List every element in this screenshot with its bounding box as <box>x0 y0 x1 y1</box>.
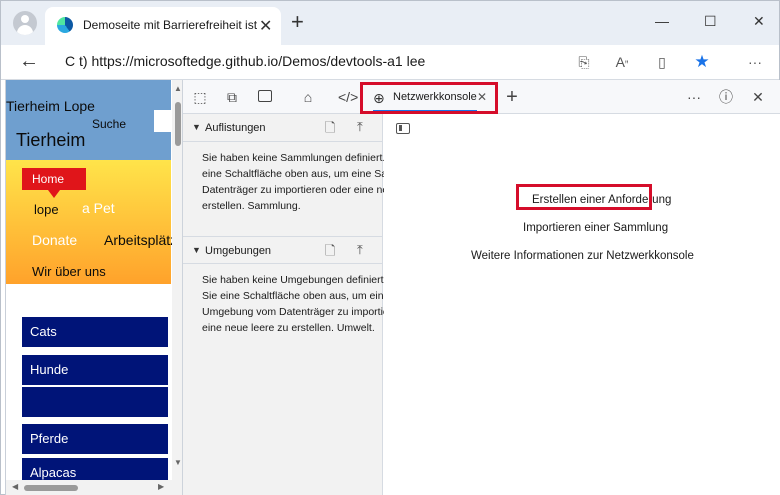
list-item[interactable]: Pferde <box>22 424 168 454</box>
collapse-triangle-icon[interactable]: ▼ <box>192 122 201 132</box>
immersive-reader-icon[interactable]: ▯ <box>653 53 671 71</box>
back-arrow-icon[interactable]: ← <box>19 50 39 73</box>
edge-favicon-icon <box>57 17 73 33</box>
list-item[interactable]: Hunde <box>22 355 168 385</box>
scroll-left-icon[interactable]: ◀ <box>12 482 18 491</box>
page-title-large: Tierheim <box>16 130 86 150</box>
webpage-viewport: Tierheim Lope Suche Tierheim Home lope a… <box>5 80 182 495</box>
more-options-icon[interactable]: ··· <box>685 88 703 106</box>
collections-title: Auflistungen <box>205 122 266 134</box>
dock-side-icon[interactable] <box>256 88 274 106</box>
list-item[interactable]: Cats <box>22 317 168 347</box>
page-header: Tierheim Lope Suche Tierheim <box>6 80 171 160</box>
tab-close-icon[interactable]: ✕ <box>259 16 272 36</box>
horizontal-scrollbar[interactable]: ◀ ▶ <box>6 480 182 495</box>
more-info-link[interactable]: Weitere Informationen zur Netzwerkkonsol… <box>471 250 694 262</box>
vertical-scrollbar[interactable]: ▲ ▼ <box>172 80 182 480</box>
nav-lope-link[interactable]: lope <box>34 202 59 217</box>
scrollbar-thumb[interactable] <box>24 485 78 491</box>
more-menu-icon[interactable]: ··· <box>746 53 764 71</box>
tab-title: Demoseite mit Barrierefreiheit ist <box>83 18 258 32</box>
toggle-sidebar-icon[interactable] <box>396 123 410 134</box>
url-field[interactable]: C t) https://microsoftedge.github.io/Dem… <box>65 53 425 69</box>
elements-tool-icon[interactable]: </> <box>338 88 358 106</box>
new-file-icon[interactable]: 🗋 <box>325 119 335 141</box>
devtools-panel: ⬚ ⧉ ⌂ </> ⊕ Netzwerkkonsole ✕ + ··· ⓘ ✕ <box>182 80 780 495</box>
network-console-main: Erstellen einer Anforderung Importieren … <box>384 114 780 495</box>
import-collection-link[interactable]: Importieren einer Sammlung <box>523 222 668 234</box>
maximize-icon[interactable]: ☐ <box>704 13 717 30</box>
page-nav: Home lope a Pet Donate Arbeitsplätze Wir… <box>6 160 182 284</box>
environments-header[interactable]: ▼ Umgebungen 🗋 ⤒ <box>183 236 383 264</box>
new-tab-button[interactable]: + <box>291 11 304 33</box>
nav-home-pointer <box>48 190 60 198</box>
content-area: Tierheim Lope Suche Tierheim Home lope a… <box>1 79 780 495</box>
welcome-home-icon[interactable]: ⌂ <box>299 88 317 106</box>
collections-header[interactable]: ▼ Auflistungen 🗋 ⤒ <box>183 114 383 142</box>
search-input[interactable] <box>154 110 171 132</box>
favorites-icon[interactable]: ★ <box>693 53 711 71</box>
scroll-down-icon[interactable]: ▼ <box>174 458 182 467</box>
scrollbar-thumb[interactable] <box>175 102 181 146</box>
read-aloud-icon[interactable]: Aꞌꞌ <box>613 53 631 71</box>
browser-tab[interactable]: Demoseite mit Barrierefreiheit ist ✕ <box>45 7 281 45</box>
highlight-box <box>360 82 498 114</box>
nav-pet-link[interactable]: a Pet <box>82 200 115 216</box>
nav-jobs-link[interactable]: Arbeitsplätze <box>104 232 182 248</box>
profile-icon[interactable] <box>13 11 37 35</box>
minimize-icon[interactable]: — <box>655 13 669 29</box>
tab-bar: Demoseite mit Barrierefreiheit ist ✕ + —… <box>1 1 779 45</box>
import-icon[interactable]: ⤒ <box>357 119 363 135</box>
add-tool-button[interactable]: + <box>503 87 521 107</box>
help-icon[interactable]: ⓘ <box>717 88 735 106</box>
device-emulation-icon[interactable]: ⧉ <box>223 88 241 106</box>
close-devtools-icon[interactable]: ✕ <box>749 88 767 106</box>
collapse-triangle-icon[interactable]: ▼ <box>192 245 201 255</box>
devtools-toolbar: ⬚ ⧉ ⌂ </> ⊕ Netzwerkkonsole ✕ + ··· ⓘ ✕ <box>183 80 780 114</box>
close-window-icon[interactable]: ✕ <box>753 13 765 30</box>
address-bar: ← C t) https://microsoftedge.github.io/D… <box>1 45 779 79</box>
inspect-element-icon[interactable]: ⬚ <box>191 88 209 106</box>
page-title-small: Tierheim Lope <box>6 98 95 114</box>
environments-title: Umgebungen <box>205 245 272 257</box>
highlight-box <box>516 184 652 210</box>
nav-home-link[interactable]: Home <box>22 168 86 190</box>
nav-about-link[interactable]: Wir über uns <box>32 264 106 279</box>
app-available-icon[interactable]: ⎘ <box>575 53 593 71</box>
network-console-sidebar: ▼ Auflistungen 🗋 ⤒ Sie haben keine Samml… <box>183 114 447 495</box>
search-label: Suche <box>92 117 127 131</box>
browser-window: Demoseite mit Barrierefreiheit ist ✕ + —… <box>0 0 780 495</box>
scroll-right-icon[interactable]: ▶ <box>158 482 164 491</box>
nav-donate-link[interactable]: Donate <box>32 232 77 248</box>
new-file-icon[interactable]: 🗋 <box>325 242 335 264</box>
scroll-up-icon[interactable]: ▲ <box>174 84 182 93</box>
list-item[interactable] <box>22 387 168 417</box>
import-icon[interactable]: ⤒ <box>357 242 363 258</box>
